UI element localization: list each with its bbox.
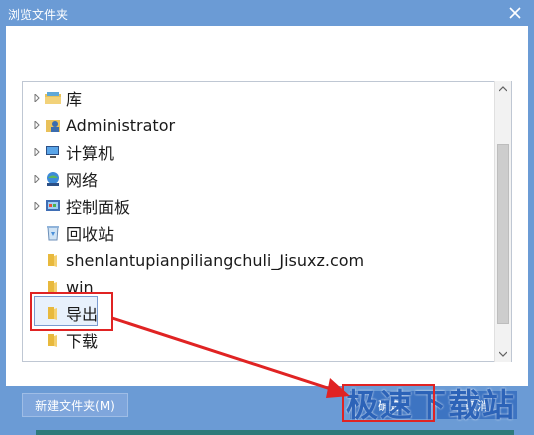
new-folder-button[interactable]: 新建文件夹(M) [22, 393, 128, 417]
recycle-bin-icon [44, 224, 62, 242]
close-icon[interactable] [506, 4, 524, 22]
vertical-scrollbar[interactable] [494, 81, 511, 362]
tree-item-label: 控制面板 [66, 198, 131, 217]
tree-item-recycle-bin[interactable]: 回收站 [32, 221, 114, 245]
tree-item-label: Administrator [66, 115, 176, 135]
tree-item-label: 回收站 [66, 225, 115, 244]
tree-item-label: 库 [66, 90, 83, 109]
scroll-up-arrow-icon[interactable] [495, 81, 511, 97]
tree-item-network[interactable]: 网络 [32, 167, 98, 191]
tree-item-computer[interactable]: 计算机 [32, 140, 114, 164]
expand-arrow-icon[interactable] [32, 120, 42, 130]
tree-item-download[interactable]: 下载 [32, 328, 98, 352]
bottom-strip [36, 430, 514, 435]
browse-folder-dialog: 浏览文件夹 库 Administrator 计算机 网络 控制面板 回收站 sh… [0, 0, 534, 435]
tree-item-shenlantupian[interactable]: shenlantupianpiliangchuli_Jisuxz.com [32, 248, 364, 272]
tree-item-label: 计算机 [66, 144, 115, 163]
annotation-highlight-box [342, 384, 435, 422]
control-panel-icon [44, 197, 62, 215]
folder-icon [44, 331, 62, 349]
library-icon [44, 89, 62, 107]
tree-item-label: shenlantupianpiliangchuli_Jisuxz.com [66, 250, 365, 270]
tree-item-label: 下载 [66, 332, 99, 351]
tree-item-administrator[interactable]: Administrator [32, 113, 175, 137]
computer-icon [44, 143, 62, 161]
title-bar: 浏览文件夹 [0, 0, 534, 26]
user-folder-icon [44, 116, 62, 134]
expand-arrow-icon[interactable] [32, 147, 42, 157]
scroll-down-arrow-icon[interactable] [495, 346, 511, 362]
folder-icon [44, 251, 62, 269]
annotation-highlight-box [30, 292, 113, 331]
tree-item-library[interactable]: 库 [32, 86, 82, 110]
tree-item-control-panel[interactable]: 控制面板 [32, 194, 130, 218]
dialog-title: 浏览文件夹 [8, 8, 69, 22]
expand-arrow-icon[interactable] [32, 174, 42, 184]
tree-item-label: 网络 [66, 171, 99, 190]
expand-arrow-icon[interactable] [32, 201, 42, 211]
network-icon [44, 170, 62, 188]
scroll-thumb[interactable] [497, 144, 509, 324]
expand-arrow-icon[interactable] [32, 93, 42, 103]
